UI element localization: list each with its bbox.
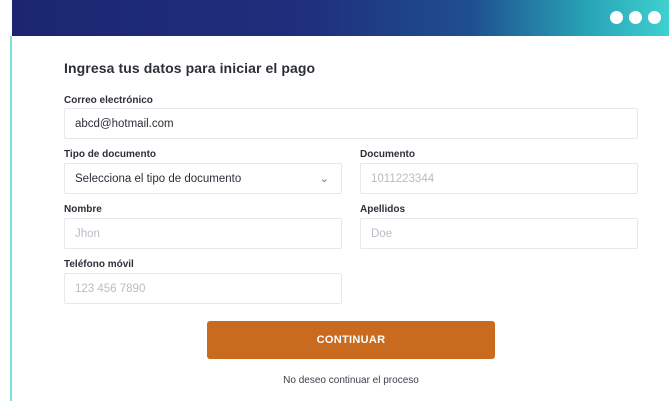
top-bar: [12, 0, 669, 36]
form-title: Ingresa tus datos para iniciar el pago: [64, 60, 316, 76]
email-field[interactable]: abcd@hotmail.com: [64, 108, 638, 139]
phone-field[interactable]: 123 456 7890: [64, 273, 342, 304]
more-dots-icon[interactable]: [610, 11, 661, 24]
dot: [648, 11, 661, 24]
last-name-label: Apellidos: [360, 204, 406, 215]
first-name-field[interactable]: Jhon: [64, 218, 342, 249]
document-type-value: Selecciona el tipo de documento: [75, 172, 242, 185]
first-name-label: Nombre: [64, 204, 102, 215]
continue-button[interactable]: CONTINUAR: [207, 321, 495, 359]
phone-label: Teléfono móvil: [64, 259, 134, 270]
left-accent-border: [10, 36, 12, 401]
document-label: Documento: [360, 149, 415, 160]
email-label: Correo electrónico: [64, 95, 153, 106]
chevron-down-icon: ⌄: [319, 173, 329, 185]
document-type-select[interactable]: Selecciona el tipo de documento ⌄: [64, 163, 342, 194]
document-type-label: Tipo de documento: [64, 149, 157, 160]
dot: [610, 11, 623, 24]
document-field[interactable]: 1011223344: [360, 163, 638, 194]
cancel-link[interactable]: No deseo continuar el proceso: [207, 375, 495, 386]
last-name-field[interactable]: Doe: [360, 218, 638, 249]
dot: [629, 11, 642, 24]
